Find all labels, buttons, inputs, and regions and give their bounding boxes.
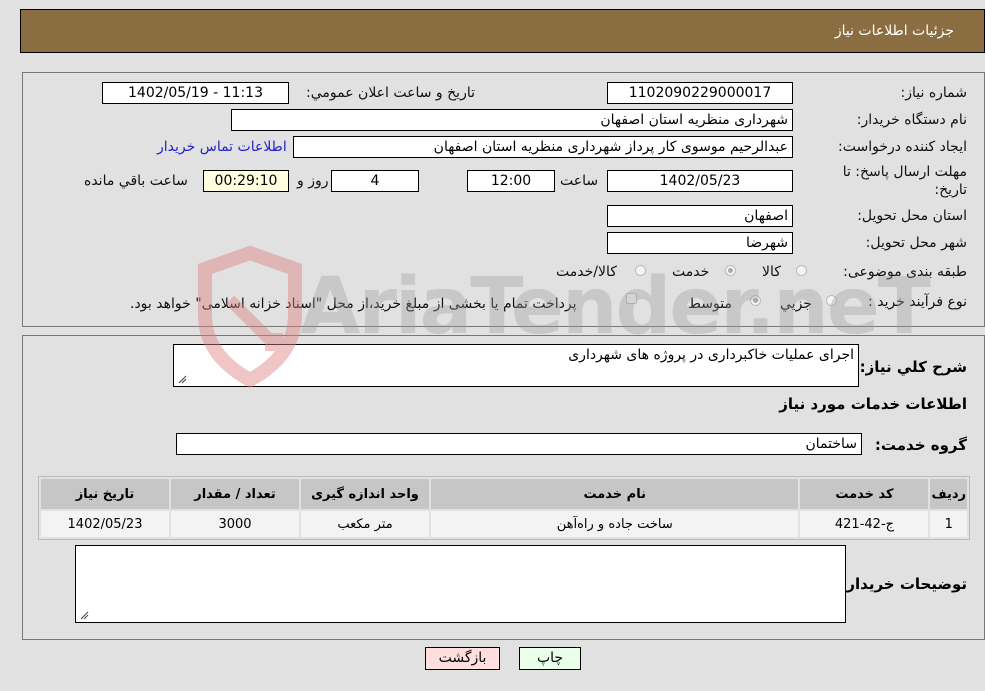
col-service-code: کد خدمت xyxy=(798,477,931,511)
services-table: رديف کد خدمت نام خدمت واحد اندازه گیری ت… xyxy=(39,477,969,539)
cell-service-code: ج-42-421 xyxy=(798,509,931,539)
deadline-date-field: 1402/05/23 xyxy=(607,170,793,192)
resize-handle-icon[interactable] xyxy=(177,374,187,384)
description-text: اجرای عملیات خاکبرداری در پروژه های شهرد… xyxy=(568,347,854,363)
col-service-name: نام خدمت xyxy=(428,477,801,511)
service-group-label: گروه خدمت: xyxy=(874,436,967,454)
announce-datetime-field: 1402/05/19 - 11:13 xyxy=(102,82,289,104)
col-quantity: تعداد / مقدار xyxy=(169,477,301,511)
cell-quantity: 3000 xyxy=(169,509,301,539)
process-type-label: نوع فرآیند خرید : xyxy=(868,294,967,310)
category-radio-goods-service[interactable] xyxy=(635,265,646,276)
description-textarea[interactable]: اجرای عملیات خاکبرداری در پروژه های شهرد… xyxy=(173,344,859,387)
requester-label: ایجاد کننده درخواست: xyxy=(838,139,967,155)
cell-row-number: 1 xyxy=(928,509,969,539)
category-option-service: خدمت xyxy=(672,264,710,280)
process-radio-minor[interactable] xyxy=(826,295,837,306)
process-option-medium: متوسط xyxy=(688,296,732,312)
resize-handle-icon[interactable] xyxy=(79,610,89,620)
requester-field: عبدالرحیم موسوی کار پرداز شهرداری منظریه… xyxy=(293,136,793,158)
province-field: اصفهان xyxy=(607,205,793,227)
remaining-days-field: 4 xyxy=(331,170,419,192)
buyer-contact-link[interactable]: اطلاعات تماس خریدار xyxy=(157,139,287,155)
province-label: استان محل تحویل: xyxy=(857,208,967,224)
category-radio-goods[interactable] xyxy=(796,265,807,276)
process-option-minor: جزيي xyxy=(780,296,812,312)
print-button[interactable]: چاپ xyxy=(519,647,581,670)
category-label: طبقه بندی موضوعی: xyxy=(843,264,967,280)
page-header: جزئیات اطلاعات نیاز xyxy=(20,9,985,53)
need-number-label: شماره نیاز: xyxy=(900,85,968,101)
col-need-date: تاریخ نیاز xyxy=(39,477,171,511)
buyer-org-label: نام دستگاه خریدار: xyxy=(856,112,967,128)
cell-service-name: ساخت جاده و راه‌آهن xyxy=(428,509,801,539)
buyer-org-field: شهرداری منظریه استان اصفهان xyxy=(231,109,793,131)
category-option-goods: کالا xyxy=(762,264,781,280)
deadline-time-field: 12:00 xyxy=(467,170,555,192)
buyer-notes-textarea[interactable] xyxy=(75,545,846,623)
deadline-label-line1: مهلت ارسال پاسخ: تا xyxy=(842,164,967,180)
remaining-time-label: ساعت باقي مانده xyxy=(84,173,188,189)
city-label: شهر محل تحویل: xyxy=(865,235,967,251)
category-option-goods-service: کالا/خدمت xyxy=(556,264,617,280)
col-row-number: رديف xyxy=(928,477,969,511)
process-radio-medium[interactable] xyxy=(750,295,761,306)
services-table-wrap: رديف کد خدمت نام خدمت واحد اندازه گیری ت… xyxy=(38,476,970,540)
back-button[interactable]: بازگشت xyxy=(425,647,500,670)
services-section-title: اطلاعات خدمات مورد نیاز xyxy=(779,395,967,413)
description-label: شرح کلي نياز: xyxy=(859,358,967,376)
announce-datetime-label: تاريخ و ساعت اعلان عمومي: xyxy=(306,85,475,101)
deadline-time-label: ساعت xyxy=(560,173,599,189)
buyer-notes-label: توضیحات خریدار: xyxy=(840,575,967,593)
days-label: روز و xyxy=(297,173,329,189)
col-unit: واحد اندازه گیری xyxy=(299,477,431,511)
deadline-label-line2: تاریخ: xyxy=(934,182,967,198)
city-field: شهرضا xyxy=(607,232,793,254)
treasury-note: پرداخت تمام یا بخشی از مبلغ خرید،از محل … xyxy=(130,296,577,312)
need-number-field: 1102090229000017 xyxy=(607,82,793,104)
category-radio-service[interactable] xyxy=(725,265,736,276)
cell-unit: متر مکعب xyxy=(299,509,431,539)
table-row: 1 ج-42-421 ساخت جاده و راه‌آهن متر مکعب … xyxy=(39,509,969,539)
table-header-row: رديف کد خدمت نام خدمت واحد اندازه گیری ت… xyxy=(39,477,969,511)
page-title: جزئیات اطلاعات نیاز xyxy=(834,23,954,39)
remaining-time-field: 00:29:10 xyxy=(203,170,289,192)
cell-need-date: 1402/05/23 xyxy=(39,509,171,539)
service-group-field: ساختمان xyxy=(176,433,862,455)
treasury-checkbox[interactable] xyxy=(626,293,637,304)
